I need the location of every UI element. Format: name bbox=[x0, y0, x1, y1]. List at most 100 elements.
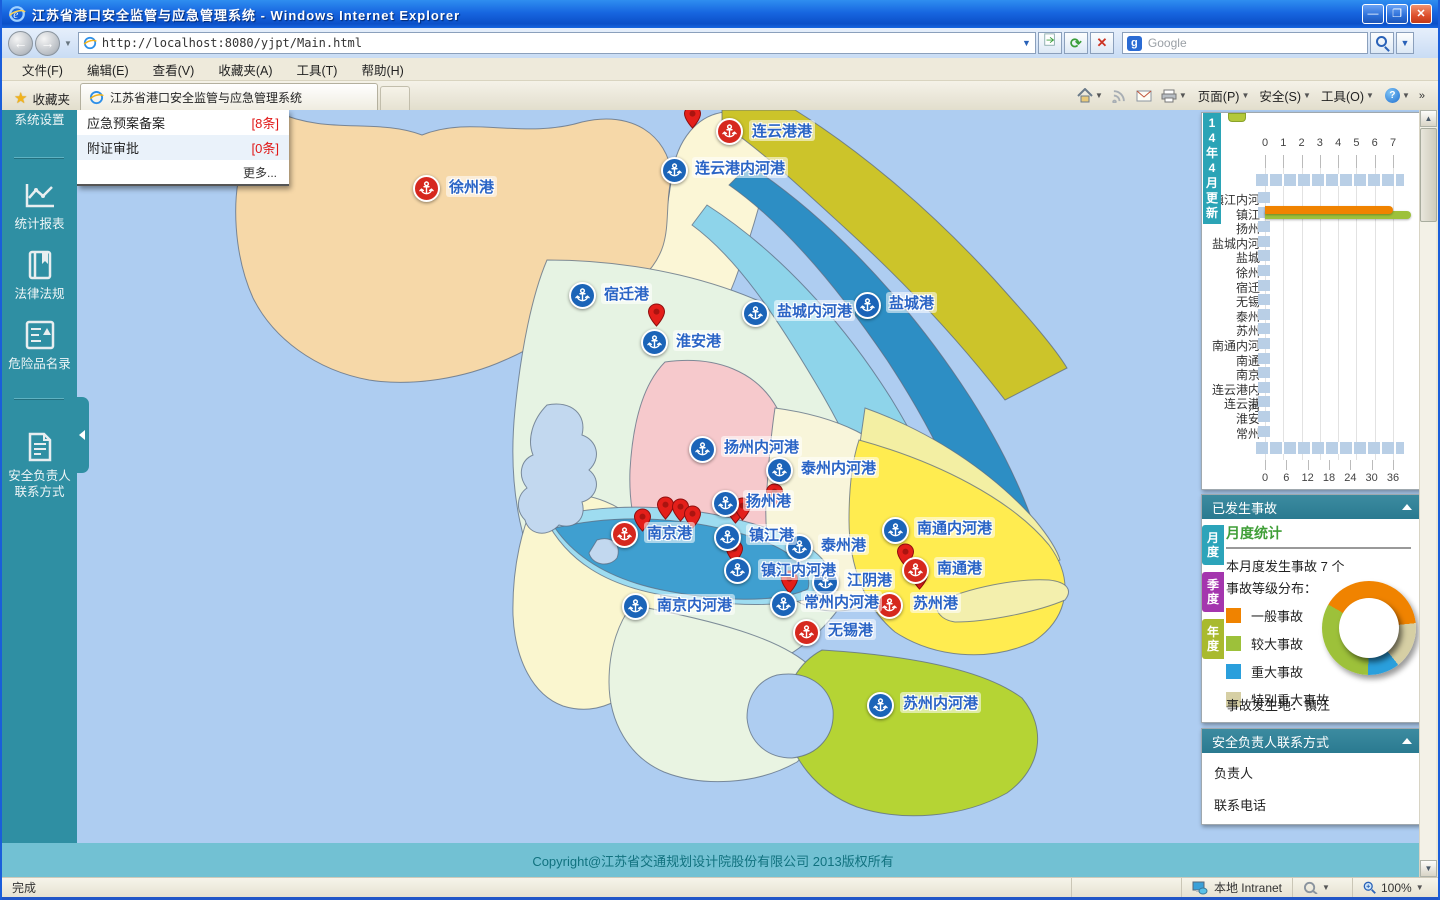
sidebar-collapse-tab[interactable] bbox=[75, 397, 89, 473]
forward-button[interactable]: → bbox=[35, 30, 60, 56]
period-tab-季度[interactable]: 季度 bbox=[1202, 572, 1224, 612]
search-input[interactable]: g Google bbox=[1121, 32, 1368, 54]
sidebar-item-法律法规[interactable]: 法律法规 bbox=[2, 250, 77, 302]
port-label-扬州内河港[interactable]: 扬州内河港 bbox=[721, 436, 803, 457]
port-marker-南通港[interactable] bbox=[902, 557, 929, 584]
port-marker-镇江港[interactable] bbox=[714, 524, 741, 551]
period-tab-月度[interactable]: 月度 bbox=[1202, 525, 1224, 565]
red-pin-icon[interactable] bbox=[647, 303, 666, 327]
port-label-盐城港[interactable]: 盐城港 bbox=[886, 292, 938, 313]
port-marker-淮安港[interactable] bbox=[641, 329, 668, 356]
port-label-徐州港[interactable]: 徐州港 bbox=[446, 176, 498, 197]
command-安全(S)[interactable]: 安全(S) ▼ bbox=[1254, 84, 1316, 107]
port-label-宿迁港[interactable]: 宿迁港 bbox=[601, 283, 653, 304]
close-button[interactable]: ✕ bbox=[1410, 4, 1432, 24]
port-marker-连云港内河港[interactable] bbox=[661, 157, 688, 184]
port-label-镇江港[interactable]: 镇江港 bbox=[746, 524, 798, 545]
help-dropdown[interactable]: ▼ bbox=[1402, 91, 1410, 100]
menu-帮助(H)[interactable]: 帮助(H) bbox=[349, 57, 415, 82]
sidebar-item-系统设置[interactable]: 系统设置 bbox=[2, 112, 77, 128]
port-label-南通内河港[interactable]: 南通内河港 bbox=[914, 517, 996, 538]
port-marker-南通内河港[interactable] bbox=[882, 517, 909, 544]
address-dropdown[interactable]: ▼ bbox=[1022, 38, 1031, 48]
command-工具(O)[interactable]: 工具(O) ▼ bbox=[1316, 84, 1379, 107]
port-marker-盐城内河港[interactable] bbox=[742, 300, 769, 327]
port-label-常州内河港[interactable]: 常州内河港 bbox=[801, 591, 883, 612]
port-marker-常州内河港[interactable] bbox=[770, 591, 797, 618]
home-dropdown[interactable]: ▼ bbox=[1095, 91, 1103, 100]
port-marker-无锡港[interactable] bbox=[793, 619, 820, 646]
print-button[interactable]: ▼ bbox=[1158, 87, 1190, 105]
port-label-苏州内河港[interactable]: 苏州内河港 bbox=[900, 692, 982, 713]
port-label-镇江内河港[interactable]: 镇江内河港 bbox=[758, 559, 840, 580]
bar-镇江-一般事故[interactable] bbox=[1265, 206, 1393, 215]
port-label-淮安港[interactable]: 淮安港 bbox=[673, 330, 725, 351]
port-marker-泰州内河港[interactable] bbox=[766, 457, 793, 484]
sidebar-item-安全负责人联系方式[interactable]: 安全负责人 联系方式 bbox=[2, 432, 77, 500]
rss-button[interactable] bbox=[1109, 86, 1130, 105]
port-label-泰州内河港[interactable]: 泰州内河港 bbox=[798, 457, 880, 478]
port-label-南京港[interactable]: 南京港 bbox=[644, 522, 696, 543]
tab-active[interactable]: 江苏省港口安全监管与应急管理系统 bbox=[79, 83, 378, 110]
protected-mode-button[interactable]: ▼ bbox=[1292, 878, 1352, 897]
port-label-无锡港[interactable]: 无锡港 bbox=[825, 619, 877, 640]
back-button[interactable]: ← bbox=[8, 30, 33, 56]
port-marker-连云港港[interactable] bbox=[716, 118, 743, 145]
port-marker-盐城港[interactable] bbox=[854, 292, 881, 319]
minimize-button[interactable]: — bbox=[1362, 4, 1384, 24]
overflow-chevron[interactable]: » bbox=[1416, 90, 1428, 102]
period-tab-年度[interactable]: 年度 bbox=[1202, 619, 1224, 659]
mail-button[interactable] bbox=[1133, 88, 1155, 104]
favorites-button[interactable]: ★ 收藏夹 bbox=[8, 86, 80, 110]
print-dropdown[interactable]: ▼ bbox=[1179, 91, 1187, 100]
port-marker-苏州内河港[interactable] bbox=[867, 692, 894, 719]
menu-编辑(E)[interactable]: 编辑(E) bbox=[75, 57, 141, 82]
sidebar-item-危险品名录[interactable]: 危险品名录 bbox=[2, 320, 77, 372]
menu-查看(V)[interactable]: 查看(V) bbox=[141, 57, 207, 82]
address-bar[interactable]: http://localhost:8080/yjpt/Main.html ▼ bbox=[77, 32, 1036, 54]
accident-panel-header[interactable]: 已发生事故 bbox=[1202, 495, 1422, 519]
more-link[interactable]: 更多... bbox=[77, 160, 289, 184]
command-页面(P)[interactable]: 页面(P) ▼ bbox=[1193, 84, 1255, 107]
scroll-thumb[interactable] bbox=[1420, 128, 1437, 222]
menu-工具(T)[interactable]: 工具(T) bbox=[284, 57, 349, 82]
port-label-扬州港[interactable]: 扬州港 bbox=[743, 490, 795, 511]
port-label-南京内河港[interactable]: 南京内河港 bbox=[654, 594, 736, 615]
port-label-泰州港[interactable]: 泰州港 bbox=[818, 534, 870, 555]
port-marker-南京内河港[interactable] bbox=[622, 593, 649, 620]
port-marker-扬州港[interactable] bbox=[712, 490, 739, 517]
port-marker-扬州内河港[interactable] bbox=[689, 436, 716, 463]
history-dropdown[interactable]: ▼ bbox=[64, 39, 72, 48]
zoom-control[interactable]: 100% ▼ bbox=[1352, 878, 1438, 897]
port-label-连云港内河港[interactable]: 连云港内河港 bbox=[692, 157, 789, 178]
home-button[interactable]: ▼ bbox=[1074, 86, 1106, 105]
port-marker-徐州港[interactable] bbox=[413, 175, 440, 202]
contact-panel-header[interactable]: 安全负责人联系方式 bbox=[1202, 729, 1422, 753]
quick-row-附证审批[interactable]: 附证审批 [0条] bbox=[77, 135, 289, 160]
port-marker-镇江内河港[interactable] bbox=[724, 557, 751, 584]
search-options-dropdown[interactable]: ▼ bbox=[1395, 32, 1414, 54]
collapse-up-icon[interactable] bbox=[1402, 738, 1412, 744]
vertical-scrollbar[interactable]: ▲ ▼ bbox=[1419, 110, 1437, 877]
sidebar-item-统计报表[interactable]: 统计报表 bbox=[2, 180, 77, 232]
port-label-南通港[interactable]: 南通港 bbox=[934, 557, 986, 578]
help-button[interactable]: ? ▼ bbox=[1382, 86, 1413, 105]
search-button[interactable] bbox=[1369, 32, 1394, 54]
red-pin-icon[interactable] bbox=[683, 110, 702, 129]
compatibility-button[interactable] bbox=[1037, 32, 1062, 54]
restore-button[interactable]: ❐ bbox=[1386, 4, 1408, 24]
port-label-连云港港[interactable]: 连云港港 bbox=[749, 120, 816, 141]
scroll-down-button[interactable]: ▼ bbox=[1420, 860, 1437, 877]
port-label-盐城内河港[interactable]: 盐城内河港 bbox=[774, 300, 856, 321]
port-marker-宿迁港[interactable] bbox=[569, 282, 596, 309]
refresh-button[interactable]: ⟳ bbox=[1063, 32, 1088, 54]
scroll-up-button[interactable]: ▲ bbox=[1420, 110, 1437, 127]
stop-button[interactable]: ✕ bbox=[1089, 32, 1114, 54]
menu-文件(F)[interactable]: 文件(F) bbox=[10, 57, 75, 82]
collapse-up-icon[interactable] bbox=[1402, 504, 1412, 510]
menu-收藏夹(A)[interactable]: 收藏夹(A) bbox=[206, 57, 284, 82]
quick-row-应急预案备案[interactable]: 应急预案备案 [8条] bbox=[77, 110, 289, 135]
port-label-苏州港[interactable]: 苏州港 bbox=[910, 592, 962, 613]
port-marker-南京港[interactable] bbox=[611, 521, 638, 548]
new-tab-button[interactable] bbox=[379, 86, 410, 110]
